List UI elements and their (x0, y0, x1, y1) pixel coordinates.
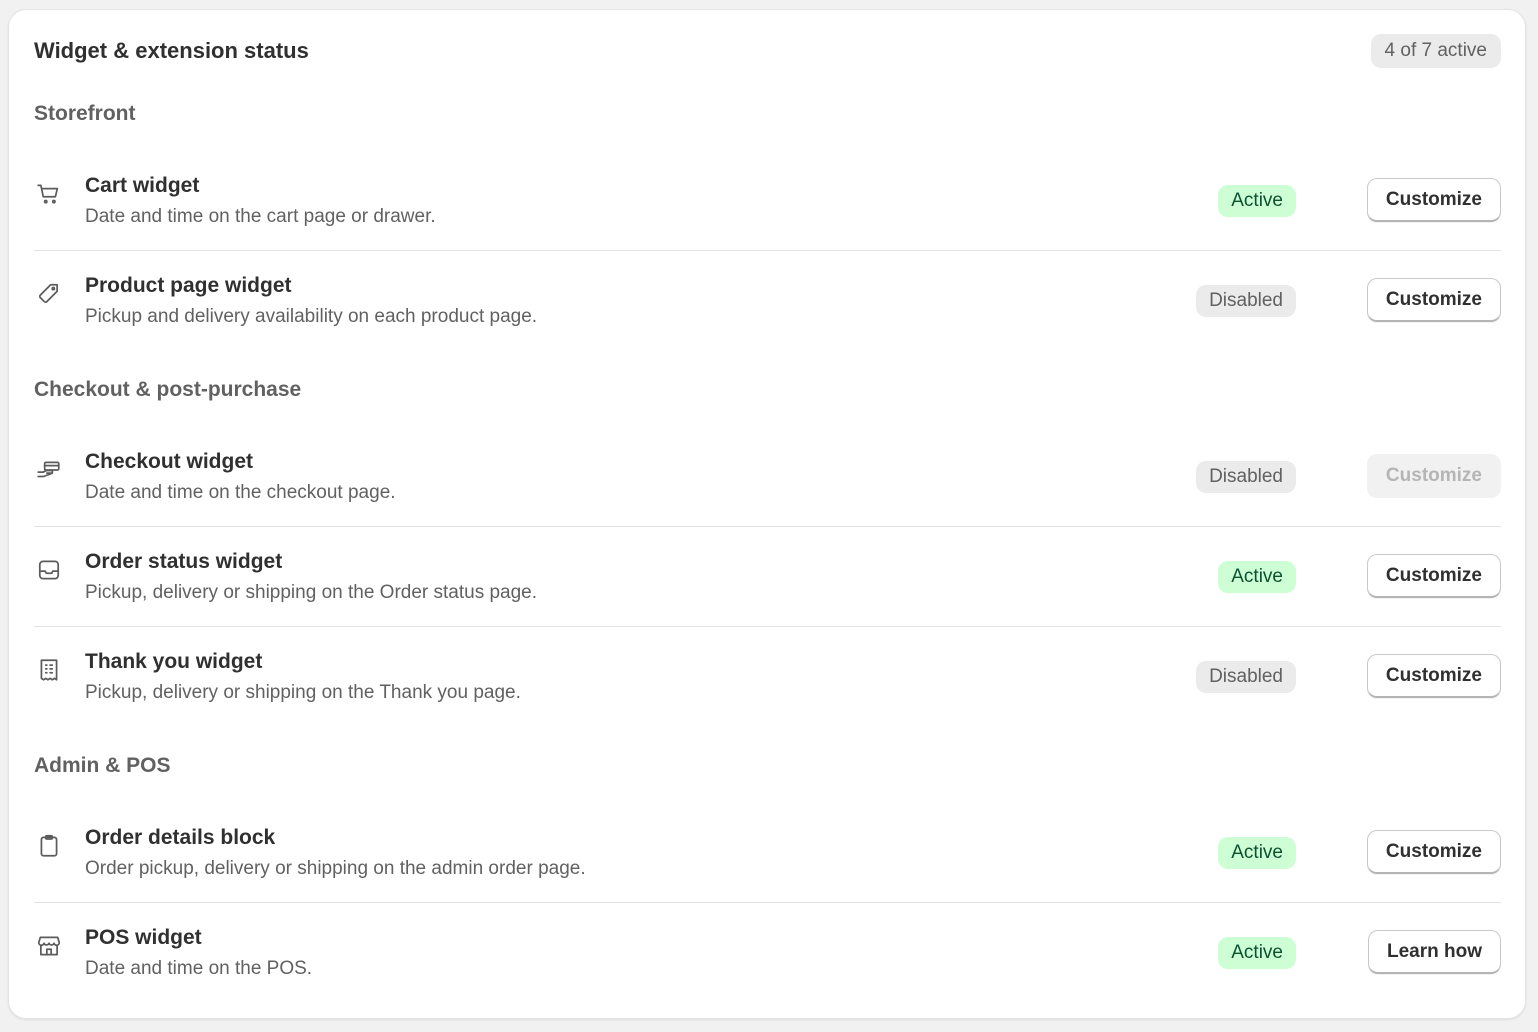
widget-row-thank-you: Thank you widget Pickup, delivery or shi… (34, 627, 1501, 727)
customize-button[interactable]: Customize (1366, 454, 1501, 498)
customize-button[interactable]: Customize (1366, 654, 1501, 698)
section-storefront: Storefront Cart widget Date and time on … (34, 98, 1501, 351)
widget-name: Checkout widget (85, 450, 254, 473)
status-badge: Disabled (1196, 285, 1296, 317)
clipboard-icon (36, 833, 62, 859)
inbox-icon (36, 557, 62, 583)
row-text: POS widget Date and time on the POS. (85, 925, 312, 982)
status-badge: Active (1218, 561, 1296, 593)
widget-row-order-status: Order status widget Pickup, delivery or … (34, 527, 1501, 627)
widget-description: Pickup and delivery availability on each… (85, 306, 538, 327)
status-badge: Active (1218, 837, 1296, 869)
row-text: Thank you widget Pickup, delivery or shi… (85, 649, 521, 706)
status-badge: Disabled (1196, 661, 1296, 693)
row-text: Checkout widget Date and time on the che… (85, 449, 396, 506)
widget-description: Pickup, delivery or shipping on the Than… (85, 682, 521, 703)
active-count-badge: 4 of 7 active (1370, 34, 1501, 68)
section-admin-pos: Admin & POS Order details block Order pi… (34, 750, 1501, 1003)
cart-icon (36, 181, 62, 207)
row-text: Product page widget Pickup and delivery … (85, 273, 537, 330)
receipt-icon (36, 657, 62, 683)
widget-row-checkout: Checkout widget Date and time on the che… (34, 427, 1501, 527)
widget-description: Date and time on the POS. (85, 958, 313, 979)
widget-name: POS widget (85, 926, 202, 949)
widget-name: Product page widget (85, 274, 292, 297)
customize-button[interactable]: Customize (1366, 178, 1501, 222)
status-badge: Active (1218, 185, 1296, 217)
widget-status-card: Widget & extension status 4 of 7 active … (8, 9, 1526, 1019)
widget-row-pos: POS widget Date and time on the POS. Act… (34, 903, 1501, 1003)
customize-button[interactable]: Customize (1366, 554, 1501, 598)
widget-description: Date and time on the cart page or drawer… (85, 206, 436, 227)
customize-button[interactable]: Customize (1366, 278, 1501, 322)
card-title: Widget & extension status (34, 38, 309, 63)
hand-card-icon (36, 457, 62, 483)
row-text: Order status widget Pickup, delivery or … (85, 549, 537, 606)
tag-icon (36, 281, 62, 307)
section-title: Storefront (34, 102, 136, 125)
row-text: Order details block Order pickup, delive… (85, 825, 586, 882)
widget-name: Thank you widget (85, 650, 263, 673)
section-checkout: Checkout & post-purchase Checkout widget… (34, 374, 1501, 727)
section-title: Admin & POS (34, 754, 171, 777)
widget-description: Order pickup, delivery or shipping on th… (85, 858, 586, 879)
card-header: Widget & extension status 4 of 7 active (34, 34, 1501, 68)
widget-description: Date and time on the checkout page. (85, 482, 396, 503)
widget-row-product-page: Product page widget Pickup and delivery … (34, 251, 1501, 351)
row-text: Cart widget Date and time on the cart pa… (85, 173, 436, 230)
section-title: Checkout & post-purchase (34, 378, 302, 401)
store-icon (36, 933, 62, 959)
widget-row-order-details: Order details block Order pickup, delive… (34, 803, 1501, 903)
status-badge: Disabled (1196, 461, 1296, 493)
widget-name: Order details block (85, 826, 276, 849)
widget-row-cart: Cart widget Date and time on the cart pa… (34, 151, 1501, 251)
status-badge: Active (1218, 937, 1296, 969)
customize-button[interactable]: Customize (1366, 830, 1501, 874)
widget-description: Pickup, delivery or shipping on the Orde… (85, 582, 538, 603)
widget-name: Cart widget (85, 174, 200, 197)
widget-name: Order status widget (85, 550, 283, 573)
learn-how-button[interactable]: Learn how (1367, 930, 1501, 974)
